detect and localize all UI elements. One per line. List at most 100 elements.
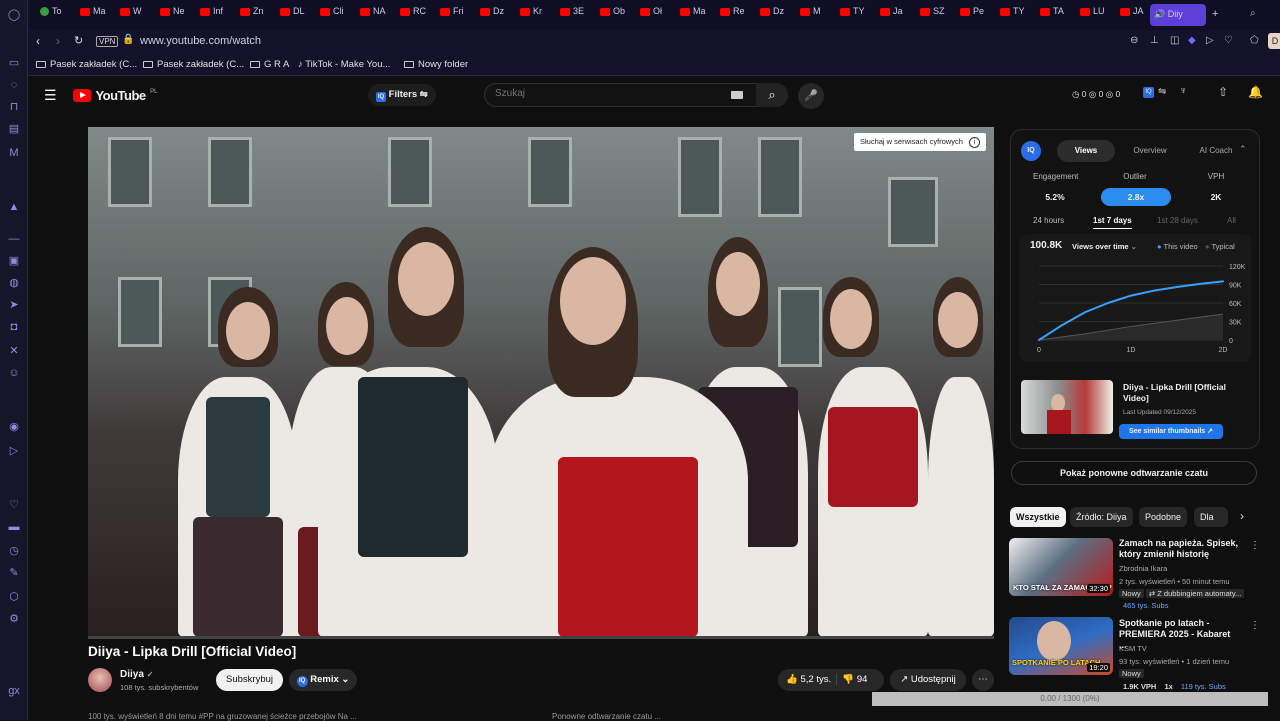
extensions-icon[interactable]: ✎ [7,566,21,580]
reload-icon[interactable]: ↻ [74,34,83,47]
bookmark-folder-2[interactable]: Pasek zakładek (C... [143,59,244,70]
extensions-icon[interactable]: ⬠ [1250,35,1259,46]
rec-title[interactable]: Zamach na papieża. Spisek, który zmienił… [1119,538,1239,560]
discord-icon[interactable]: ☺ [7,366,21,380]
opera-logo-icon[interactable]: ◯ [7,8,21,22]
browser-tab[interactable]: TA [1040,6,1080,24]
like-button[interactable]: 👍 5,2 tys. [786,674,831,685]
search-input[interactable] [495,88,715,99]
sliders-icon[interactable]: ⇋ [1158,86,1166,97]
remix-button[interactable]: IQ Remix ⌄ [289,669,357,691]
more-actions-button[interactable]: ⋯ [972,669,994,691]
rec-more-icon[interactable]: ⋮ [1250,620,1260,631]
channel-avatar[interactable] [88,668,112,692]
url-field[interactable]: www.youtube.com/watch [140,35,261,47]
play-icon[interactable]: ▷ [1206,35,1214,46]
browser-tab[interactable]: Ja [880,6,920,24]
browser-tab[interactable]: TY [840,6,880,24]
chip-similar[interactable]: Podobne [1139,507,1188,527]
chat-replay-button[interactable]: Pokaż ponowne odtwarzanie czatu [1011,461,1257,485]
browser-tab[interactable]: Zn [240,6,280,24]
chat-icon[interactable]: ▤ [7,122,21,136]
menu-icon[interactable]: ☰ [44,87,57,104]
browser-tab[interactable]: Cli [320,6,360,24]
browser-tab[interactable]: W [120,6,160,24]
player-icon[interactable]: ▷ [7,444,21,458]
voice-search-button[interactable]: 🎤 [798,83,824,109]
shield-icon[interactable]: ◆ [1188,35,1196,46]
back-icon[interactable]: ‹ [36,34,40,48]
bag-icon[interactable]: ⊓ [7,100,21,114]
collapse-icon[interactable]: ⌃ [1239,144,1247,155]
dislike-button[interactable]: 👎 94 [842,674,867,685]
tab-search-icon[interactable]: ⌕ [1250,8,1256,19]
rec-thumbnail[interactable]: KTO STAŁ ZA ZAMACHEM? 32:30 [1009,538,1113,596]
instagram-icon[interactable]: ◘ [7,320,21,334]
heart-icon[interactable]: ♡ [7,498,21,512]
upload-icon[interactable]: ⇧ [1218,85,1228,99]
browser-tab[interactable]: Oł [640,6,680,24]
new-tab-icon[interactable]: + [1212,8,1218,20]
browser-tab[interactable]: Re [720,6,760,24]
range-7d[interactable]: 1st 7 days [1093,216,1132,229]
notifications-icon[interactable]: 🔔 [1248,85,1263,99]
bookmark-folder-4[interactable]: Nowy folder [404,59,468,70]
browser-tab[interactable]: Inf [200,6,240,24]
iq-extension-icon[interactable]: IQ [1143,87,1154,98]
cube-icon[interactable]: ⬡ [7,590,21,604]
subscribe-button[interactable]: Subskrybuj [216,669,283,691]
rec-more-icon[interactable]: ⋮ [1250,540,1260,551]
browser-tab[interactable]: Ne [160,6,200,24]
browser-tab[interactable]: Pe [960,6,1000,24]
views-over-time-dropdown[interactable]: Views over time ⌄ [1072,242,1137,251]
browser-tab[interactable]: Dz [480,6,520,24]
rec-channel[interactable]: KSM TV [1119,644,1147,653]
history-icon[interactable]: ◷ [7,544,21,558]
browser-tab[interactable]: RC [400,6,440,24]
bookmark-tiktok[interactable]: ♪ TikTok - Make You... [298,59,390,70]
rocket-icon[interactable]: ♆ [1179,85,1187,97]
browser-tab[interactable]: Ma [80,6,120,24]
browser-tab[interactable]: LU [1080,6,1120,24]
vpn-badge[interactable]: VPN [96,36,119,47]
workspace-icon[interactable]: ▭ [7,56,21,70]
browser-tab[interactable]: JA [1120,6,1160,24]
forward-icon[interactable]: › [56,34,60,48]
browser-tab[interactable]: 3E [560,6,600,24]
aria-icon[interactable]: ◌ [7,78,21,92]
zoom-icon[interactable]: ⊖ [1130,35,1138,46]
arrow-icon[interactable]: ▲ [7,200,21,214]
chip-all[interactable]: Wszystkie [1010,507,1066,527]
bookmark-folder-1[interactable]: Pasek zakładek (C... [36,59,137,70]
messenger-bubble-icon[interactable]: ◍ [7,276,21,290]
video-progress-bar[interactable] [88,636,994,639]
channel-name[interactable]: Diiya ✓ [120,669,153,680]
spotify-icon[interactable]: ◉ [7,420,21,434]
tab-views[interactable]: Views [1057,140,1115,162]
chevron-right-icon[interactable]: › [1240,509,1244,523]
x-icon[interactable]: ✕ [7,344,21,358]
filters-button[interactable]: IQ Filters ⇋ [368,84,436,106]
browser-tab[interactable]: Ob [600,6,640,24]
rec-channel[interactable]: Zbrodnia Ikara [1119,564,1167,573]
chip-source[interactable]: Źródło: Diiya [1070,507,1133,527]
see-similar-thumbnails-button[interactable]: See similar thumbnails ↗ [1119,424,1223,439]
browser-tab[interactable]: NA [360,6,400,24]
camera-icon[interactable]: ◫ [1170,35,1179,46]
rec-thumbnail[interactable]: SPOTKANIE PO LATACH 19:20 [1009,617,1113,675]
browser-tab[interactable]: Fri [440,6,480,24]
settings-icon[interactable]: ⚙ [7,612,21,626]
bookmark-folder-3[interactable]: G R A [250,59,289,70]
browser-tab[interactable]: Dz [760,6,800,24]
browser-tab[interactable]: M [800,6,840,24]
keyboard-icon[interactable] [731,91,743,99]
twitch-icon[interactable]: ▣ [7,254,21,268]
range-24h[interactable]: 24 hours [1033,216,1064,225]
video-player[interactable]: Słuchaj w serwisach cyfrowych i [88,127,994,637]
wallet-icon[interactable]: ▬ [7,520,21,534]
lock-icon[interactable]: 🔒 [122,34,134,45]
browser-tab[interactable]: Ma [680,6,720,24]
video-thumbnail[interactable] [1021,380,1113,434]
search-button[interactable]: ⌕ [756,83,788,107]
share-button[interactable]: ↗ Udostępnij [890,669,966,691]
